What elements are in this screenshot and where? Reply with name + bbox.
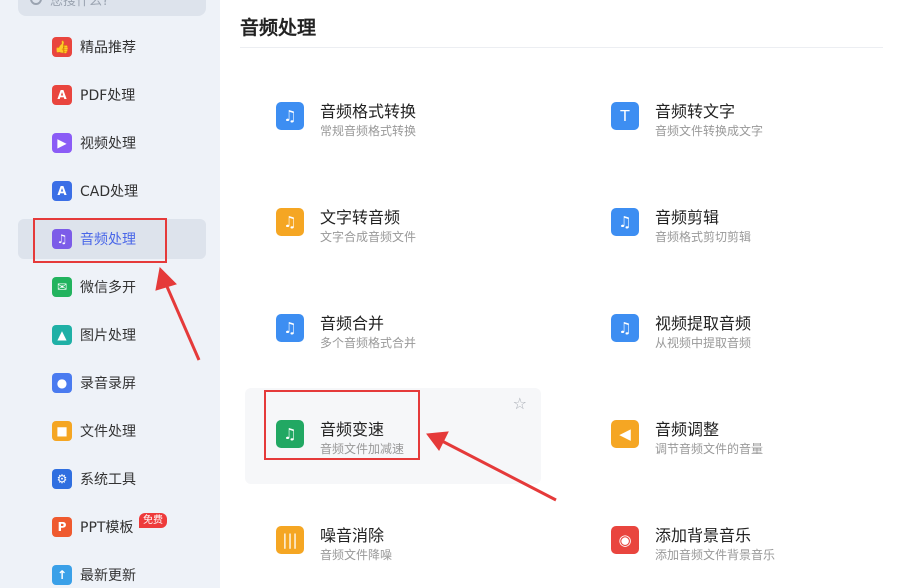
- tool-description: 调节音频文件的音量: [655, 442, 764, 456]
- tool-icon: ◀: [611, 420, 639, 448]
- sidebar-item-icon: ▲: [52, 325, 72, 345]
- sidebar-item[interactable]: ▶ 视频处理: [18, 123, 206, 163]
- tool-card[interactable]: ♫ 音频剪辑音频格式剪切剪辑: [580, 176, 876, 272]
- tool-name: 视频提取音频: [655, 314, 752, 333]
- tool-icon: ♫: [276, 314, 304, 342]
- tool-name: 音频调整: [655, 420, 720, 439]
- tool-card[interactable]: ♫ 音频合并多个音频格式合并: [245, 282, 541, 378]
- sidebar-item[interactable]: A CAD处理: [18, 171, 206, 211]
- tool-name: 噪音消除: [320, 526, 385, 545]
- tool-card[interactable]: ♫ 音频格式转换常规音频格式转换: [245, 70, 541, 166]
- sidebar-item[interactable]: ↑ 最新更新: [18, 555, 206, 588]
- sidebar: 您搜什么? 👍 精品推荐 A PDF处理 ▶ 视频处理 A CAD处理 ♫ 音频处理 ✉ 微信多开 ▲ 图…: [0, 0, 220, 588]
- tool-icon: |||: [276, 526, 304, 554]
- sidebar-item-icon: ▶: [52, 133, 72, 153]
- sidebar-item-label: PDF处理: [80, 88, 136, 104]
- tool-icon: ◉: [611, 526, 639, 554]
- search-box[interactable]: 您搜什么?: [18, 0, 206, 16]
- favorite-star-icon[interactable]: ☆: [513, 394, 527, 413]
- sidebar-item-icon: ✉: [52, 277, 72, 297]
- sidebar-item-icon: ■: [52, 421, 72, 441]
- tool-card[interactable]: ♫ 视频提取音频从视频中提取音频: [580, 282, 876, 378]
- sidebar-item-icon: P: [52, 517, 72, 537]
- tool-description: 音频文件转换成文字: [655, 124, 764, 138]
- sidebar-item-label: 精品推荐: [80, 40, 136, 56]
- sidebar-item[interactable]: ✉ 微信多开: [18, 267, 206, 307]
- sidebar-item[interactable]: ▲ 图片处理: [18, 315, 206, 355]
- sidebar-item[interactable]: ■ 文件处理: [18, 411, 206, 451]
- tool-description: 音频文件降噪: [320, 548, 393, 562]
- tool-description: 添加音频文件背景音乐: [655, 548, 776, 562]
- tool-description: 文字合成音频文件: [320, 230, 417, 244]
- tool-icon: ♫: [276, 102, 304, 130]
- sidebar-item[interactable]: 👍 精品推荐: [18, 27, 206, 67]
- sidebar-item-label: 视频处理: [80, 136, 136, 152]
- sidebar-item-label: 系统工具: [80, 472, 136, 488]
- tool-card[interactable]: ||| 噪音消除音频文件降噪: [245, 494, 541, 588]
- sidebar-item-icon: 👍: [52, 37, 72, 57]
- tool-description: 音频格式剪切剪辑: [655, 230, 752, 244]
- tool-description: 多个音频格式合并: [320, 336, 417, 350]
- sidebar-item-label: 微信多开: [80, 280, 136, 296]
- tool-name: 添加背景音乐: [655, 526, 752, 545]
- search-icon: [30, 0, 42, 5]
- sidebar-item-icon: A: [52, 181, 72, 201]
- tool-icon: ♫: [276, 208, 304, 236]
- sidebar-item[interactable]: ⚙ 系统工具: [18, 459, 206, 499]
- highlight-box-audio-nav: [33, 218, 167, 263]
- sidebar-item[interactable]: A PDF处理: [18, 75, 206, 115]
- sidebar-item-icon: A: [52, 85, 72, 105]
- sidebar-item-icon: ⚙: [52, 469, 72, 489]
- tool-icon: ♫: [611, 208, 639, 236]
- search-placeholder: 您搜什么?: [50, 0, 109, 9]
- sidebar-item-icon: ●: [52, 373, 72, 393]
- tool-card[interactable]: ♫ 文字转音频文字合成音频文件: [245, 176, 541, 272]
- divider: [240, 47, 883, 48]
- tool-name: 音频合并: [320, 314, 385, 333]
- tool-name: 音频剪辑: [655, 208, 720, 227]
- sidebar-item-label: 图片处理: [80, 328, 136, 344]
- tool-card[interactable]: ◀ 音频调整调节音频文件的音量: [580, 388, 876, 484]
- sidebar-item-label: 录音录屏: [80, 376, 136, 392]
- sidebar-item[interactable]: ● 录音录屏: [18, 363, 206, 403]
- sidebar-item-label: PPT模板: [80, 520, 134, 536]
- tool-icon: ♫: [611, 314, 639, 342]
- tool-name: 文字转音频: [320, 208, 401, 227]
- page-title: 音频处理: [240, 17, 317, 39]
- tool-description: 常规音频格式转换: [320, 124, 417, 138]
- sidebar-item-label: 文件处理: [80, 424, 136, 440]
- tool-icon: T: [611, 102, 639, 130]
- tool-name: 音频格式转换: [320, 102, 417, 121]
- tool-card[interactable]: T 音频转文字音频文件转换成文字: [580, 70, 876, 166]
- tool-name: 音频转文字: [655, 102, 736, 121]
- sidebar-item[interactable]: P PPT模板 免费: [18, 507, 206, 547]
- sidebar-item-label: CAD处理: [80, 184, 139, 200]
- highlight-box-audio-speed: [264, 390, 420, 460]
- free-badge: 免费: [139, 513, 167, 528]
- sidebar-item-label: 最新更新: [80, 568, 136, 584]
- sidebar-item-icon: ↑: [52, 565, 72, 585]
- tool-card[interactable]: ◉ 添加背景音乐添加音频文件背景音乐: [580, 494, 876, 588]
- tool-description: 从视频中提取音频: [655, 336, 752, 350]
